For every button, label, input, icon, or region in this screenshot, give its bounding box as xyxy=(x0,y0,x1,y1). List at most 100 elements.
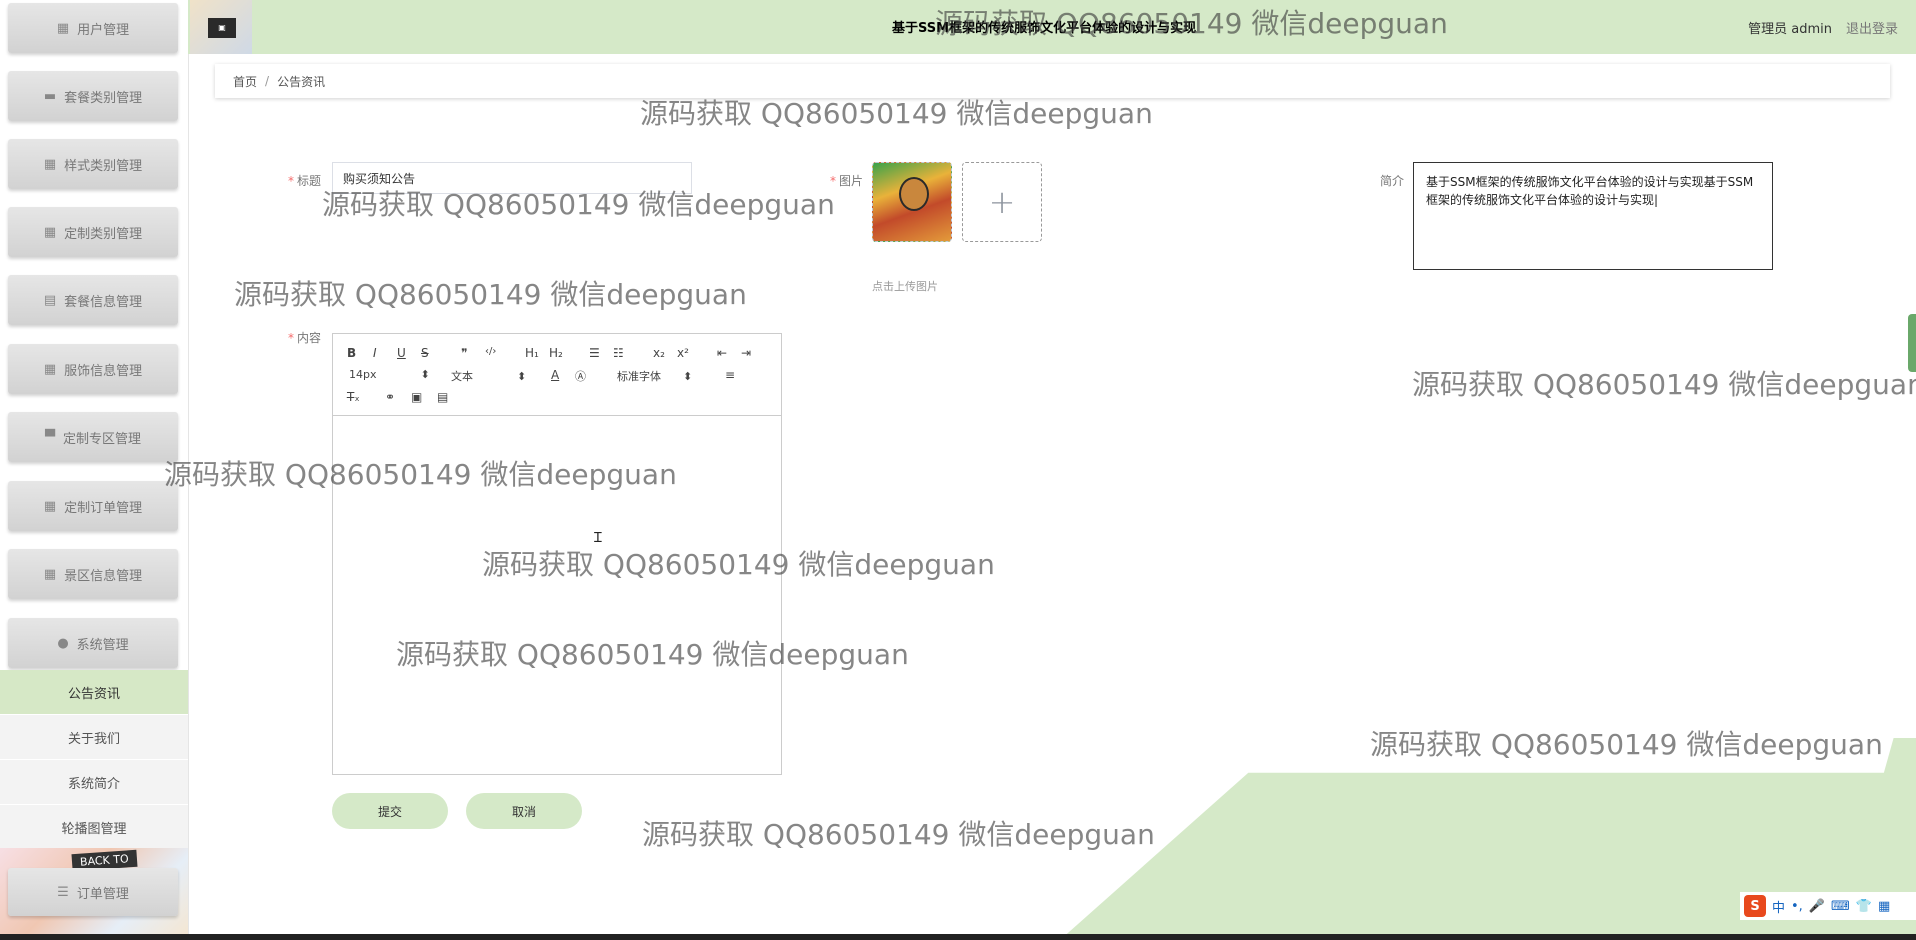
scroll-handle[interactable] xyxy=(1908,314,1916,372)
sidebar-item-order-management[interactable]: ☰ 订单管理 xyxy=(8,868,178,916)
clipboard-icon: ▤ xyxy=(43,292,57,308)
intro-textarea[interactable]: 基于SSM框架的传统服饰文化平台体验的设计与实现基于SSM框架的传统服饰文化平台… xyxy=(1413,162,1773,270)
sidebar-item-costume-info[interactable]: ▦ 服饰信息管理 xyxy=(8,344,178,394)
sidebar-item-label: 定制类别管理 xyxy=(64,226,143,242)
chevron-updown-icon: ⬍ xyxy=(517,370,527,383)
grid-icon: ▦ xyxy=(56,20,70,36)
ime-mode[interactable]: 中 xyxy=(1772,897,1785,916)
bulb-icon: ● xyxy=(57,635,69,651)
font-size-select[interactable]: 14px ⬍ xyxy=(349,368,430,381)
sidebar-item-custom-zone[interactable]: ▀ 定制专区管理 xyxy=(8,412,178,462)
sidebar-subitem-announcements[interactable]: 公告资讯 xyxy=(0,670,188,714)
submit-button[interactable]: 提交 xyxy=(332,793,448,829)
briefcase-icon: ▬ xyxy=(43,88,57,104)
font-color-button[interactable]: A xyxy=(551,368,559,382)
breadcrumb-home[interactable]: 首页 xyxy=(233,73,257,90)
content-label: * 内容 xyxy=(288,329,321,346)
strike-button[interactable]: S xyxy=(421,346,429,360)
ordered-list-button[interactable]: ☰ xyxy=(589,346,600,360)
indent-button[interactable]: ⇥ xyxy=(741,346,751,360)
outdent-button[interactable]: ⇤ xyxy=(717,346,727,360)
sidebar-item-label: 订单管理 xyxy=(76,886,129,902)
subscript-button[interactable]: x₂ xyxy=(653,346,665,360)
sidebar-item-system-management[interactable]: ● 系统管理 xyxy=(8,618,178,668)
logo-mark: ▣ xyxy=(208,18,236,38)
site-logo: ▣ xyxy=(190,0,252,54)
underline-button[interactable]: U xyxy=(397,346,406,360)
watermark: 源码获取 QQ86050149 微信deepguan xyxy=(234,278,747,311)
sidebar-item-label: 样式类别管理 xyxy=(64,158,143,174)
cancel-button[interactable]: 取消 xyxy=(466,793,582,829)
sidebar-subitem-label: 系统简介 xyxy=(67,776,120,792)
sidebar-subitem-label: 关于我们 xyxy=(67,731,120,747)
italic-button[interactable]: I xyxy=(373,346,377,360)
logout-link[interactable]: 退出登录 xyxy=(1846,18,1898,37)
image-button[interactable]: ▣ xyxy=(411,390,422,404)
sidebar-item-label: 套餐类别管理 xyxy=(64,90,143,106)
site-title: 基于SSM框架的传统服饰文化平台体验的设计与实现 xyxy=(892,21,1197,36)
upload-image-button[interactable]: + xyxy=(962,162,1042,242)
required-mark: * xyxy=(288,174,294,188)
sogou-logo-icon[interactable]: S xyxy=(1744,895,1766,917)
punctuation-icon[interactable]: •, xyxy=(1791,899,1803,914)
keyboard-icon[interactable]: ⌨ xyxy=(1831,899,1850,914)
watermark: 源码获取 QQ86050149 微信deepguan xyxy=(1370,728,1883,761)
clean-format-button[interactable]: T̶ₓ xyxy=(347,390,360,404)
sidebar-subitem-about-us[interactable]: 关于我们 xyxy=(0,715,188,759)
grid-icon: ▦ xyxy=(43,566,57,582)
sidebar: ▦ 用户管理 ▬ 套餐类别管理 ▦ 样式类别管理 ▦ 定制类别管理 ▤ 套餐信息… xyxy=(0,0,189,940)
breadcrumb: 首页 / 公告资讯 xyxy=(215,64,1890,98)
header-select-value: 文本 xyxy=(451,370,473,383)
sidebar-item-scenic-info[interactable]: ▦ 景区信息管理 xyxy=(8,549,178,599)
sidebar-item-label: 定制订单管理 xyxy=(64,500,143,516)
upload-hint: 点击上传图片 xyxy=(872,280,938,293)
h2-button[interactable]: H₂ xyxy=(549,346,563,360)
image-label: * 图片 xyxy=(830,172,863,189)
image-label-text: 图片 xyxy=(839,174,864,188)
admin-info: 管理员 admin xyxy=(1748,22,1832,37)
sidebar-item-label: 用户管理 xyxy=(77,22,130,38)
monitor-icon: ▀ xyxy=(44,429,55,445)
sidebar-item-user-management[interactable]: ▦ 用户管理 xyxy=(8,3,178,53)
video-button[interactable]: ▤ xyxy=(437,390,448,404)
rich-text-editor: B I U S ❞ ‹/› H₁ H₂ ☰ ☷ x₂ x² ⇤ ⇥ 14px ⬍ … xyxy=(332,333,782,775)
bold-button[interactable]: B xyxy=(347,346,356,360)
sidebar-item-label: 系统管理 xyxy=(76,637,129,653)
font-family-select[interactable]: 标准字体 ⬍ xyxy=(617,368,692,384)
sidebar-subitem-system-intro[interactable]: 系统简介 xyxy=(0,760,188,804)
sidebar-item-package-info[interactable]: ▤ 套餐信息管理 xyxy=(8,275,178,325)
sidebar-item-label: 景区信息管理 xyxy=(64,568,143,584)
grid-icon: ▦ xyxy=(43,224,57,240)
bullet-list-button[interactable]: ☷ xyxy=(613,346,624,360)
apps-icon[interactable]: ▦ xyxy=(1878,899,1890,914)
plus-icon: + xyxy=(988,183,1016,221)
font-size-value: 14px xyxy=(349,368,377,381)
sidebar-item-label: 定制专区管理 xyxy=(62,431,141,447)
sidebar-item-custom-orders[interactable]: ▦ 定制订单管理 xyxy=(8,481,178,531)
link-button[interactable]: ⚭ xyxy=(385,390,395,404)
skin-icon[interactable]: 👕 xyxy=(1856,899,1872,914)
header-select[interactable]: 文本 ⬍ xyxy=(451,368,526,384)
superscript-button[interactable]: x² xyxy=(677,346,689,360)
editor-toolbar: B I U S ❞ ‹/› H₁ H₂ ☰ ☷ x₂ x² ⇤ ⇥ 14px ⬍ … xyxy=(333,334,781,416)
align-button[interactable]: ≡ xyxy=(725,368,735,382)
background-color-button[interactable]: Ⓐ xyxy=(575,368,586,384)
quote-button[interactable]: ❞ xyxy=(461,346,467,360)
sidebar-subitem-carousel[interactable]: 轮播图管理 xyxy=(0,805,188,849)
watermark: 源码获取 QQ86050149 微信deepguan xyxy=(1412,368,1916,401)
intro-label: 简介 xyxy=(1380,172,1404,189)
sidebar-item-label: 套餐信息管理 xyxy=(64,294,143,310)
code-button[interactable]: ‹/› xyxy=(485,346,496,357)
chevron-updown-icon: ⬍ xyxy=(683,370,693,383)
h1-button[interactable]: H₁ xyxy=(525,346,539,360)
editor-content-area[interactable] xyxy=(333,416,781,774)
sidebar-item-package-category[interactable]: ▬ 套餐类别管理 xyxy=(8,71,178,121)
microphone-icon[interactable]: 🎤 xyxy=(1809,899,1825,914)
title-input[interactable] xyxy=(332,162,692,194)
breadcrumb-separator: / xyxy=(265,74,270,88)
sidebar-subitem-label: 公告资讯 xyxy=(67,686,120,702)
uploaded-image-thumbnail[interactable] xyxy=(872,162,952,242)
title-label: * 标题 xyxy=(288,172,321,189)
sidebar-item-custom-category[interactable]: ▦ 定制类别管理 xyxy=(8,207,178,257)
sidebar-item-style-category[interactable]: ▦ 样式类别管理 xyxy=(8,139,178,189)
